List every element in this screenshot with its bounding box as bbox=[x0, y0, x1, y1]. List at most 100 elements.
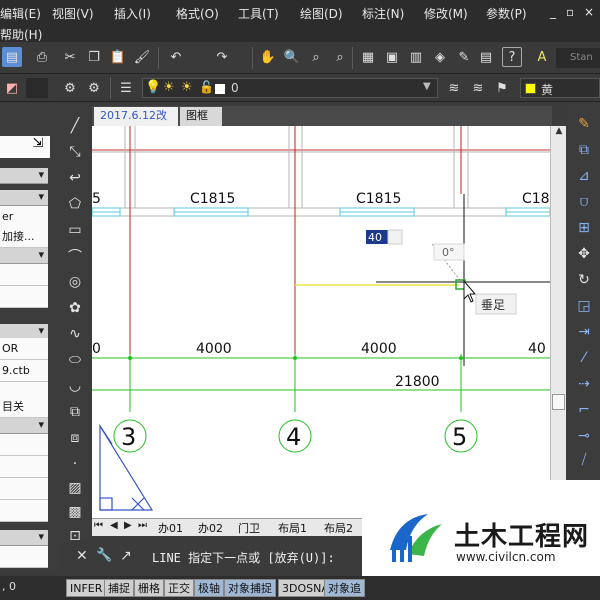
offset-icon[interactable]: ⩌ bbox=[574, 192, 594, 212]
help-icon[interactable]: ? bbox=[502, 47, 522, 67]
layer-dropdown[interactable]: 💡 ☀ ☀ 🔓 0 ▼ bbox=[142, 78, 438, 98]
region-icon[interactable]: ▩ bbox=[65, 502, 85, 522]
extend-icon[interactable]: ⇢ bbox=[574, 374, 594, 394]
layout-tab[interactable]: 办01 bbox=[158, 520, 183, 536]
color-dropdown[interactable]: 黄 bbox=[520, 78, 600, 98]
hatch-icon[interactable]: ▨ bbox=[65, 478, 85, 498]
text-style-icon[interactable]: A bbox=[532, 47, 552, 67]
trim-icon[interactable]: ⁄ bbox=[574, 348, 594, 368]
rectangle-icon[interactable]: ▭ bbox=[65, 220, 85, 240]
select-objects-icon[interactable]: ⇲ bbox=[26, 136, 50, 158]
workspace-dropdown[interactable] bbox=[26, 78, 48, 98]
ellipse-arc-icon[interactable]: ◡ bbox=[65, 376, 85, 396]
tab-last-icon[interactable]: ⏭ bbox=[138, 520, 147, 531]
infer-toggle[interactable]: INFER bbox=[66, 579, 107, 597]
tool-palettes-icon[interactable]: ▥ bbox=[406, 47, 426, 67]
menu-dimension[interactable]: 标注(N) bbox=[362, 5, 404, 22]
layer-manager-icon[interactable]: ☰ bbox=[116, 78, 136, 98]
property-row[interactable] bbox=[0, 500, 48, 522]
layout-tab[interactable]: 布局2 bbox=[324, 520, 353, 536]
paste-icon[interactable]: 📋 bbox=[108, 47, 128, 67]
wrench-icon[interactable]: 🔧 bbox=[96, 548, 112, 563]
tab-frame-drawing[interactable]: 图框 bbox=[180, 107, 222, 126]
property-row[interactable]: OR bbox=[0, 338, 48, 360]
menu-help[interactable]: 帮助(H) bbox=[0, 26, 42, 43]
rotate-icon[interactable]: ↻ bbox=[574, 270, 594, 290]
section-header[interactable] bbox=[0, 418, 48, 434]
make-block-icon[interactable]: ⧈ bbox=[65, 428, 85, 448]
menu-view[interactable]: 视图(V) bbox=[52, 5, 94, 22]
arc-icon[interactable]: ⌒ bbox=[65, 246, 85, 266]
menu-format[interactable]: 格式(O) bbox=[176, 5, 219, 22]
text-style-dropdown[interactable]: Stan bbox=[556, 48, 600, 68]
quick-select-icon[interactable] bbox=[0, 136, 26, 158]
property-row[interactable] bbox=[0, 546, 48, 568]
properties-icon[interactable]: ▦ bbox=[358, 47, 378, 67]
polar-toggle[interactable]: 极轴 bbox=[194, 579, 224, 597]
layout-tab[interactable]: 门卫 bbox=[238, 520, 260, 536]
layer-previous-icon[interactable]: ≋ bbox=[468, 78, 488, 98]
grid-toggle[interactable]: 栅格 bbox=[134, 579, 164, 597]
sheet-set-icon[interactable]: ◈ bbox=[430, 47, 450, 67]
menu-modify[interactable]: 修改(M) bbox=[424, 5, 468, 22]
calculator-icon[interactable]: ▤ bbox=[476, 47, 496, 67]
move-icon[interactable]: ✥ bbox=[574, 244, 594, 264]
tab-next-icon[interactable]: ▶ bbox=[124, 520, 132, 531]
property-row[interactable] bbox=[0, 478, 48, 500]
break-icon[interactable]: ⌐ bbox=[574, 400, 594, 420]
copy-object-icon[interactable]: ⧉ bbox=[574, 140, 594, 160]
section-header[interactable] bbox=[0, 190, 48, 206]
restore-button[interactable]: ▫ bbox=[566, 5, 574, 19]
tab-first-icon[interactable]: ⏮ bbox=[94, 520, 103, 531]
section-header[interactable] bbox=[0, 168, 48, 184]
zoom-previous-icon[interactable]: ⌕ bbox=[330, 47, 350, 67]
mirror-icon[interactable]: ⊿ bbox=[574, 166, 594, 186]
array-icon[interactable]: ⊞ bbox=[574, 218, 594, 238]
zoom-window-icon[interactable]: ⌕ bbox=[306, 47, 326, 67]
property-row[interactable] bbox=[0, 264, 48, 286]
polygon-icon[interactable]: ⬠ bbox=[65, 194, 85, 214]
circle-icon[interactable]: ◎ bbox=[65, 272, 85, 292]
join-icon[interactable]: ⊸ bbox=[574, 426, 594, 446]
workspace-settings-icon[interactable]: ⚙ bbox=[84, 78, 104, 98]
eraser-icon[interactable]: ◩ bbox=[2, 78, 22, 98]
tab-current-drawing[interactable]: 2017.6.12改 bbox=[94, 107, 178, 126]
scroll-up-icon[interactable]: ▲ bbox=[552, 126, 566, 142]
chamfer-icon[interactable]: ⧸ bbox=[574, 450, 594, 470]
ellipse-icon[interactable]: ⬭ bbox=[65, 350, 85, 370]
property-row[interactable] bbox=[0, 434, 48, 456]
menu-tools[interactable]: 工具(T) bbox=[238, 5, 279, 22]
property-row[interactable]: 9.ctb bbox=[0, 360, 48, 382]
osnap-toggle[interactable]: 对象捕捉 bbox=[224, 579, 276, 597]
match-properties-icon[interactable]: 🖌 bbox=[132, 47, 152, 67]
property-row[interactable] bbox=[0, 286, 48, 308]
property-row[interactable] bbox=[0, 456, 48, 478]
menu-parameters[interactable]: 参数(P) bbox=[486, 5, 527, 22]
menu-insert[interactable]: 插入(I) bbox=[114, 5, 151, 22]
make-current-layer-icon[interactable]: ≋ bbox=[444, 78, 464, 98]
otrack-toggle[interactable]: 对象追 bbox=[324, 579, 365, 597]
save-icon[interactable]: ▤ bbox=[2, 47, 22, 67]
insert-block-icon[interactable]: ⧉ bbox=[65, 402, 85, 422]
close-button[interactable]: × bbox=[584, 5, 594, 19]
layout-tab[interactable]: 办02 bbox=[198, 520, 223, 536]
erase-icon[interactable]: ✎ bbox=[574, 114, 594, 134]
point-icon[interactable]: · bbox=[65, 454, 85, 474]
layout-tab[interactable]: 布局1 bbox=[278, 520, 307, 536]
minimize-button[interactable]: _ bbox=[550, 5, 556, 19]
layer-states-icon[interactable]: ⚑ bbox=[492, 78, 512, 98]
snap-toggle[interactable]: 捕捉 bbox=[104, 579, 134, 597]
construction-line-icon[interactable]: ⤡ bbox=[65, 142, 85, 162]
property-row[interactable]: er bbox=[0, 206, 48, 228]
undo-icon[interactable]: ↶ bbox=[166, 47, 186, 67]
copy-icon[interactable]: ❐ bbox=[84, 47, 104, 67]
vertical-scrollbar[interactable]: ▲ bbox=[550, 126, 566, 518]
section-header[interactable] bbox=[0, 530, 48, 546]
section-header[interactable] bbox=[0, 248, 48, 264]
spline-icon[interactable]: ∿ bbox=[65, 324, 85, 344]
scale-icon[interactable]: ◲ bbox=[574, 296, 594, 316]
revision-cloud-icon[interactable]: ✿ bbox=[65, 298, 85, 318]
design-center-icon[interactable]: ▣ bbox=[382, 47, 402, 67]
print-preview-icon[interactable]: ⎙ bbox=[32, 47, 52, 67]
polyline-icon[interactable]: ↩ bbox=[65, 168, 85, 188]
